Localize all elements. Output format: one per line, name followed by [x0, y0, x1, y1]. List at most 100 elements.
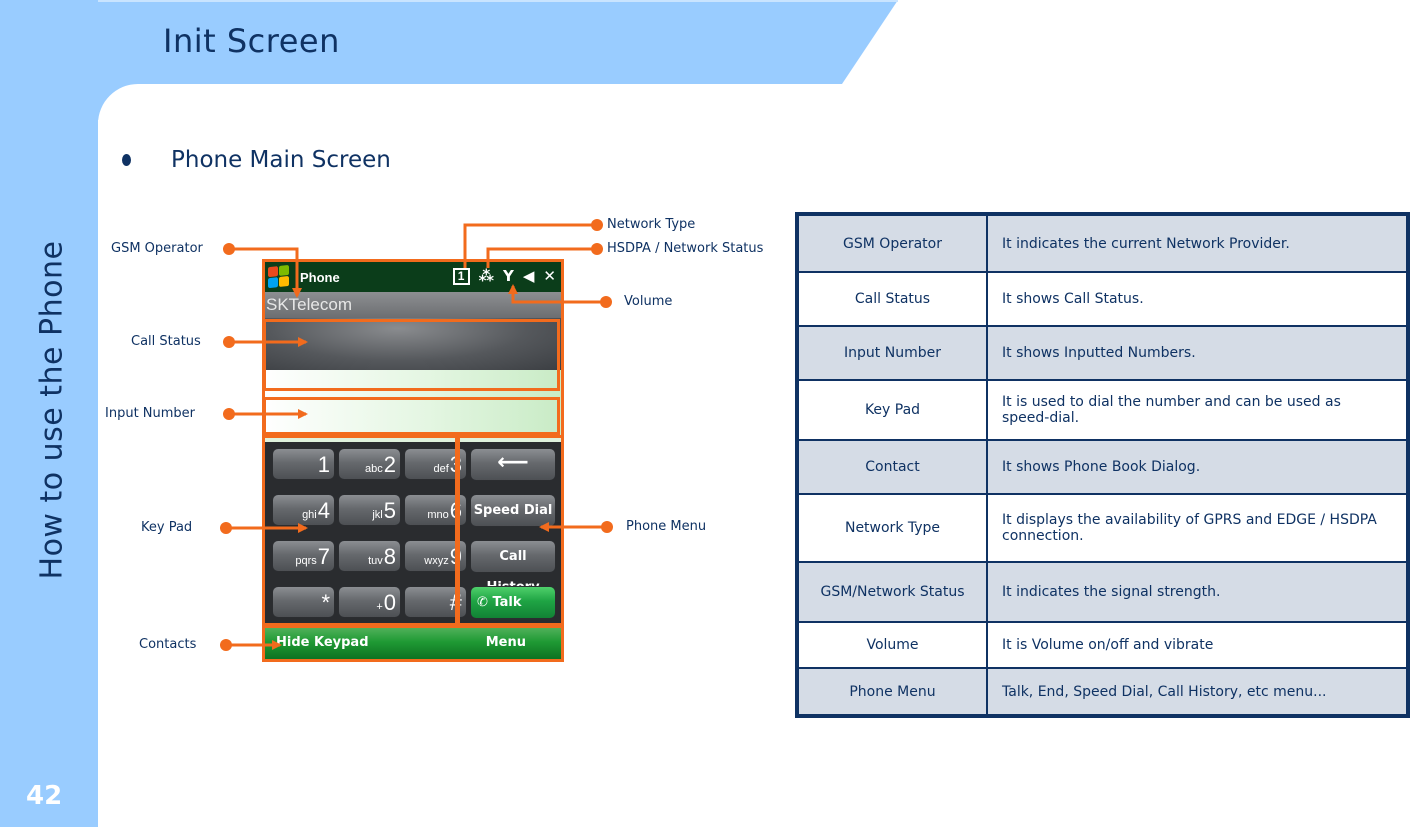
callout-volume: Volume	[624, 294, 673, 309]
sim-1-icon[interactable]: 1	[452, 267, 470, 285]
table-row: GSM Operator It indicates the current Net…	[796, 213, 1409, 273]
key-digit: 8	[383, 544, 396, 569]
key-digit: #	[449, 590, 462, 615]
callout-input-number: Input Number	[105, 406, 196, 421]
call-status-area	[262, 318, 564, 370]
keypad-key[interactable]: wxyz9	[404, 540, 467, 572]
table-description: It indicates the signal strength.	[986, 561, 1409, 623]
phone-screen: Phone 1 ⁂ Y ◀ ✕ SKTelecom 1 abc2 def3 ghi4 j…	[262, 262, 564, 661]
callout-hsdpa-status: HSDPA / Network Status	[607, 241, 764, 256]
key-letters: mno	[427, 509, 449, 521]
feature-table: GSM Operator It indicates the current Net…	[795, 212, 1410, 718]
page-number: 42	[26, 781, 63, 811]
bullet-icon	[122, 154, 131, 166]
bullet-text: Phone Main Screen	[171, 147, 391, 173]
key-letters: pqrs	[295, 555, 317, 567]
table-term: Network Type	[796, 493, 988, 563]
gsm-operator: SKTelecom	[262, 292, 564, 318]
section-title: How to use the Phone	[34, 240, 70, 580]
table-term: Volume	[796, 621, 988, 669]
table-description: It is Volume on/off and vibrate	[986, 621, 1409, 669]
key-digit: 6	[449, 498, 462, 523]
softkey-bar: Hide Keypad Menu	[262, 626, 564, 661]
key-letters: abc	[365, 463, 383, 475]
table-term: Contact	[796, 439, 988, 495]
page-title: Init Screen	[163, 22, 340, 60]
callout-network-type: Network Type	[607, 217, 696, 232]
bullet-item: Phone Main Screen	[122, 147, 391, 173]
key-letters: jkl	[372, 509, 383, 521]
title-band-highlight	[98, 0, 898, 2]
keypad-key[interactable]: def3	[404, 448, 467, 480]
table-row: GSM/Network Status It indicates the signa…	[796, 561, 1409, 623]
table-description: It is used to dial the number and can be…	[986, 379, 1409, 441]
status-icons: 1 ⁂ Y ◀ ✕	[452, 267, 556, 285]
key-letters: wxyz	[424, 555, 449, 567]
table-term: Call Status	[796, 271, 988, 327]
keypad: 1 abc2 def3 ghi4 jkl5 mno6 pqrs7 tuv8 wxyz9 * +0 # …	[262, 436, 564, 626]
table-term: Key Pad	[796, 379, 988, 441]
table-row: Phone Menu Talk, End, Speed Dial, Call Hi…	[796, 667, 1409, 717]
table-row: Key Pad It is used to dial the number and…	[796, 379, 1409, 441]
hide-keypad-softkey[interactable]: Hide Keypad	[276, 635, 369, 650]
key-letters: tuv	[368, 555, 383, 567]
phone-icon: ✆	[477, 595, 488, 610]
key-digit: 5	[383, 498, 396, 523]
key-digit: 0	[383, 590, 396, 615]
key-digit: 2	[383, 452, 396, 477]
key-letters: ghi	[302, 509, 317, 521]
table-term: Phone Menu	[796, 667, 988, 717]
key-digit: 3	[449, 452, 462, 477]
table-row: Contact It shows Phone Book Dialog.	[796, 439, 1409, 495]
keypad-key[interactable]: abc2	[338, 448, 401, 480]
key-letters: +	[376, 601, 383, 613]
table-description: Talk, End, Speed Dial, Call History, etc…	[986, 667, 1409, 717]
table-description: It indicates the current Network Provide…	[986, 213, 1409, 273]
keypad-key[interactable]: tuv8	[338, 540, 401, 572]
keypad-key[interactable]: ghi4	[272, 494, 335, 526]
close-icon[interactable]: ✕	[543, 267, 556, 285]
backspace-button[interactable]: ⟵	[470, 448, 556, 481]
network-type-icon[interactable]: ⁂	[479, 267, 494, 285]
table-term: GSM/Network Status	[796, 561, 988, 623]
table-term: GSM Operator	[796, 213, 988, 273]
input-number-field[interactable]	[262, 370, 564, 436]
phone-title-bar: Phone 1 ⁂ Y ◀ ✕	[262, 262, 564, 292]
key-letters: def	[433, 463, 449, 475]
callout-phone-menu: Phone Menu	[626, 519, 707, 534]
speed-dial-button[interactable]: Speed Dial	[470, 494, 556, 527]
key-digit: 4	[317, 498, 330, 523]
table-row: Input Number It shows Inputted Numbers.	[796, 325, 1409, 381]
table-description: It displays the availability of GPRS and…	[986, 493, 1409, 563]
keypad-key[interactable]: jkl5	[338, 494, 401, 526]
table-row: Volume It is Volume on/off and vibrate	[796, 621, 1409, 669]
windows-logo-icon[interactable]	[268, 264, 290, 289]
call-history-button[interactable]: Call History	[470, 540, 556, 595]
key-digit: 9	[449, 544, 462, 569]
volume-icon[interactable]: ◀	[523, 267, 535, 285]
keypad-key[interactable]: pqrs7	[272, 540, 335, 572]
table-description: It shows Call Status.	[986, 271, 1409, 327]
keypad-key[interactable]: mno6	[404, 494, 467, 526]
callout-gsm-operator: GSM Operator	[111, 241, 203, 256]
signal-icon[interactable]: Y	[503, 267, 514, 285]
key-digit: 1	[317, 452, 330, 477]
talk-label: Talk	[492, 595, 522, 610]
key-digit: *	[321, 590, 330, 615]
keypad-key[interactable]: +0	[338, 586, 401, 618]
callout-key-pad: Key Pad	[141, 520, 193, 535]
callout-call-status: Call Status	[131, 334, 201, 349]
keypad-key[interactable]: *	[272, 586, 335, 618]
table-row: Network Type It displays the availability…	[796, 493, 1409, 563]
key-digit: 7	[317, 544, 330, 569]
table-description: It shows Inputted Numbers.	[986, 325, 1409, 381]
table-row: Call Status It shows Call Status.	[796, 271, 1409, 327]
callout-contacts: Contacts	[139, 637, 197, 652]
menu-softkey[interactable]: Menu	[486, 635, 526, 650]
keypad-key[interactable]: #	[404, 586, 467, 618]
table-term: Input Number	[796, 325, 988, 381]
table-description: It shows Phone Book Dialog.	[986, 439, 1409, 495]
keypad-key[interactable]: 1	[272, 448, 335, 480]
phone-app-title: Phone	[300, 269, 340, 285]
talk-button[interactable]: ✆ Talk	[470, 586, 556, 619]
